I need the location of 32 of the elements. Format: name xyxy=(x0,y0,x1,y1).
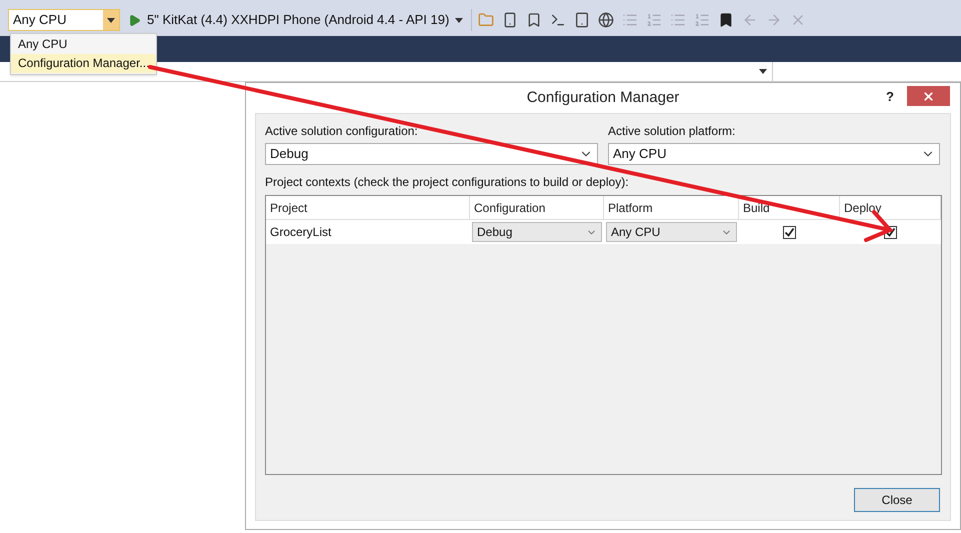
column-header: Configuration xyxy=(470,196,604,219)
close-button[interactable] xyxy=(907,86,950,106)
dropdown[interactable]: Any CPU xyxy=(608,143,940,165)
platform-dropdown[interactable]: Any CPU xyxy=(606,222,737,242)
run-button[interactable]: 5" KitKat (4.4) XXHDPI Phone (Android 4.4 - API 19) xyxy=(126,9,466,31)
table-cell-text: GroceryList xyxy=(269,224,332,241)
menu-item[interactable]: Configuration Manager... xyxy=(11,54,156,73)
caret-icon xyxy=(759,69,767,74)
dropdown[interactable]: Debug xyxy=(265,143,598,165)
column-header: Build xyxy=(739,196,840,219)
bookmark-icon[interactable] xyxy=(718,12,734,28)
play-icon xyxy=(128,14,141,26)
globe-icon[interactable] xyxy=(598,12,614,28)
phone-icon[interactable] xyxy=(502,12,518,28)
tablet-icon[interactable] xyxy=(574,12,590,28)
field-label: Active solution configuration: xyxy=(265,123,419,140)
field-label: Active solution platform: xyxy=(608,123,736,140)
help-button[interactable]: ? xyxy=(886,87,894,106)
column-header: Project xyxy=(266,196,470,219)
caret-icon xyxy=(107,18,115,22)
column-header: Deploy xyxy=(840,196,941,219)
caret-icon xyxy=(455,18,464,22)
terminal-icon[interactable] xyxy=(550,12,566,28)
platform-dropdown[interactable]: Any CPU xyxy=(8,9,120,31)
column-header: Platform xyxy=(604,196,739,219)
close-button[interactable]: Close xyxy=(854,488,940,512)
menu-item[interactable]: Any CPU xyxy=(11,35,156,54)
configuration-dropdown[interactable]: Debug xyxy=(472,222,602,242)
section-label: Project contexts (check the project configurations to build or deploy): xyxy=(265,174,630,191)
window-title: Configuration Manager xyxy=(526,88,680,108)
close-icon xyxy=(922,90,935,102)
checkbox[interactable] xyxy=(783,226,796,238)
